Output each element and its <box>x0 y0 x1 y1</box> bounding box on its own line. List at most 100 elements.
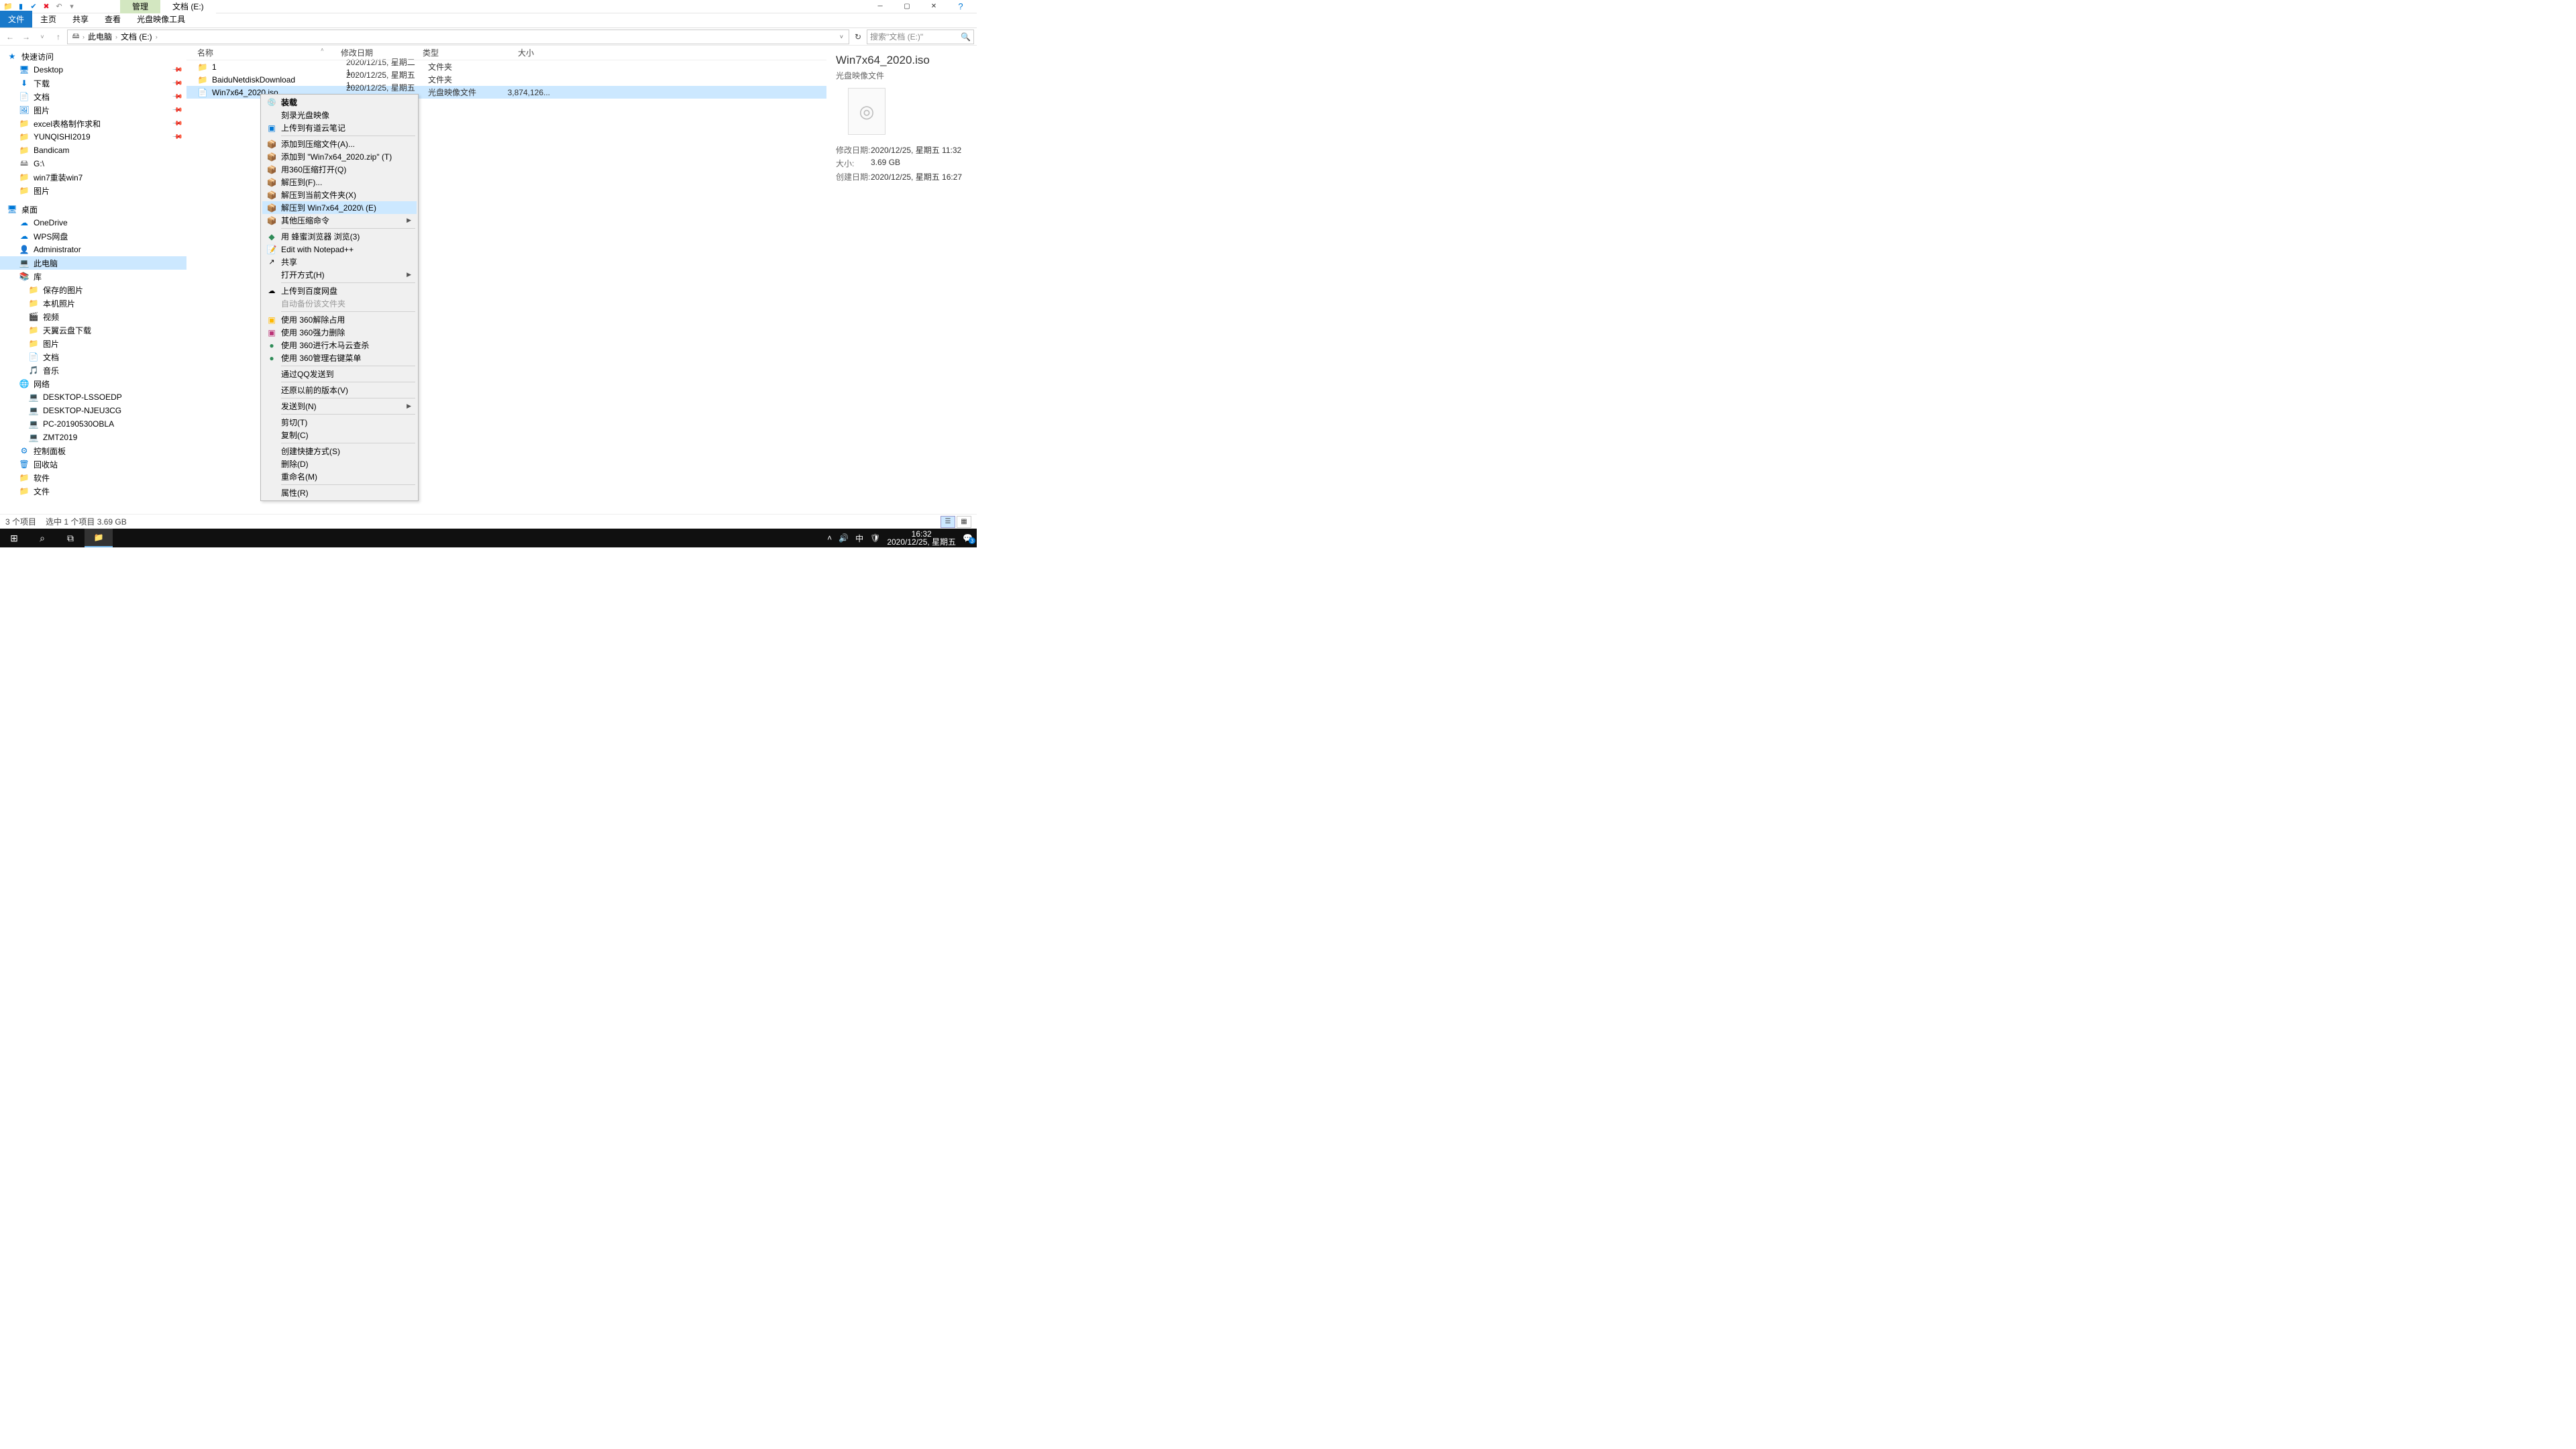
menu-item[interactable]: 📝Edit with Notepad++ <box>262 243 417 256</box>
menu-item[interactable]: 📦添加到压缩文件(A)... <box>262 138 417 150</box>
clock[interactable]: 16:32 2020/12/25, 星期五 <box>887 530 956 546</box>
search-box[interactable]: 搜索"文档 (E:)" 🔍 <box>867 30 974 44</box>
nav-item[interactable]: 💻DESKTOP-NJEU3CG <box>0 404 186 417</box>
menu-item[interactable]: ●使用 360进行木马云查杀 <box>262 339 417 352</box>
crumb-sep-icon[interactable]: › <box>115 34 117 40</box>
search-button[interactable]: ⌕ <box>28 529 56 547</box>
menu-item[interactable]: 📦用360压缩打开(Q) <box>262 163 417 176</box>
nav-item[interactable]: 📁天翼云盘下载 <box>0 323 186 337</box>
menu-item[interactable]: 还原以前的版本(V) <box>262 384 417 396</box>
nav-item[interactable]: 💻PC-20190530OBLA <box>0 417 186 431</box>
refresh-button[interactable]: ↻ <box>851 30 865 44</box>
up-button[interactable]: ↑ <box>51 30 66 44</box>
nav-item[interactable]: 📚库 <box>0 270 186 283</box>
nav-item[interactable]: 🗑回收站 <box>0 458 186 471</box>
nav-item[interactable]: 📁excel表格制作求和📌 <box>0 117 186 130</box>
nav-item[interactable]: 📁win7重装win7 <box>0 170 186 184</box>
close-button[interactable]: ✕ <box>920 0 947 13</box>
crumb-sep-icon[interactable]: › <box>156 34 158 40</box>
nav-item[interactable]: 📁软件 <box>0 471 186 484</box>
menu-item[interactable]: 打开方式(H)▶ <box>262 268 417 281</box>
nav-item[interactable]: 🎵音乐 <box>0 364 186 377</box>
volume-icon[interactable]: 🔊 <box>839 533 849 543</box>
tab-disc-tools[interactable]: 光盘映像工具 <box>129 11 193 28</box>
menu-item[interactable]: 📦解压到 Win7x64_2020\ (E) <box>262 201 417 214</box>
nav-item[interactable]: 📁文件 <box>0 484 186 498</box>
menu-item[interactable]: 发送到(N)▶ <box>262 400 417 413</box>
nav-item[interactable]: 📄文档📌 <box>0 90 186 103</box>
menu-item[interactable]: ▣上传到有道云笔记 <box>262 121 417 134</box>
menu-item[interactable]: 📦解压到(F)... <box>262 176 417 189</box>
menu-item[interactable]: ☁上传到百度网盘 <box>262 284 417 297</box>
crumb-drive-e[interactable]: 文档 (E:) <box>119 31 154 42</box>
recent-dropdown[interactable]: ˅ <box>35 30 50 44</box>
tab-share[interactable]: 共享 <box>64 11 97 28</box>
menu-item[interactable]: ●使用 360管理右键菜单 <box>262 352 417 364</box>
menu-item[interactable]: 剪切(T) <box>262 416 417 429</box>
menu-item[interactable]: 复制(C) <box>262 429 417 441</box>
menu-item[interactable]: 属性(R) <box>262 486 417 499</box>
menu-item[interactable]: ▣使用 360解除占用 <box>262 313 417 326</box>
back-button[interactable]: ← <box>3 30 17 44</box>
nav-item[interactable]: ⚙控制面板 <box>0 444 186 458</box>
help-button[interactable]: ? <box>947 0 974 13</box>
nav-item[interactable]: 🖥Desktop📌 <box>0 63 186 76</box>
nav-item[interactable]: 💻此电脑 <box>0 256 186 270</box>
minimize-button[interactable]: ─ <box>867 0 894 13</box>
ime-indicator[interactable]: 中 <box>855 533 863 544</box>
start-button[interactable]: ⊞ <box>0 529 28 547</box>
crumb-this-pc[interactable]: 此电脑 <box>86 31 114 42</box>
nav-item[interactable]: 📁YUNQISHI2019📌 <box>0 130 186 144</box>
nav-item[interactable]: 📄文档 <box>0 350 186 364</box>
column-date[interactable]: 修改日期 <box>335 47 417 58</box>
menu-item[interactable]: ↗共享 <box>262 256 417 268</box>
taskbar-explorer[interactable]: 📁 <box>85 529 113 547</box>
task-view-button[interactable]: ⧉ <box>56 529 85 547</box>
menu-item[interactable]: 📦添加到 "Win7x64_2020.zip" (T) <box>262 150 417 163</box>
nav-item[interactable]: ☁WPS网盘 <box>0 229 186 243</box>
column-size[interactable]: 大小 <box>486 47 539 58</box>
file-row[interactable]: 📁12020/12/15, 星期二 1...文件夹 <box>186 60 826 73</box>
nav-item[interactable]: 📁图片 <box>0 337 186 350</box>
nav-item[interactable]: 🖴G:\ <box>0 157 186 170</box>
action-center-icon[interactable]: 💬 <box>963 533 973 543</box>
column-type[interactable]: 类型 <box>417 47 486 58</box>
nav-item[interactable]: 💻DESKTOP-LSSOEDP <box>0 390 186 404</box>
tab-file[interactable]: 文件 <box>0 11 32 28</box>
tab-home[interactable]: 主页 <box>32 11 64 28</box>
crumb-sep-icon[interactable]: › <box>83 34 85 40</box>
menu-item[interactable]: 创建快捷方式(S) <box>262 445 417 458</box>
menu-item[interactable]: ◆用 蜂蜜浏览器 浏览(3) <box>262 230 417 243</box>
nav-item[interactable]: ⬇下载📌 <box>0 76 186 90</box>
nav-item[interactable]: 📁本机照片 <box>0 297 186 310</box>
menu-item[interactable]: 📦其他压缩命令▶ <box>262 214 417 227</box>
menu-item[interactable]: ▣使用 360强力删除 <box>262 326 417 339</box>
nav-item[interactable]: ☁OneDrive <box>0 216 186 229</box>
address-history-dropdown[interactable]: ˅ <box>837 34 846 40</box>
menu-item[interactable]: 删除(D) <box>262 458 417 470</box>
file-row[interactable]: 📁BaiduNetdiskDownload2020/12/25, 星期五 1..… <box>186 73 826 86</box>
menu-item[interactable]: 重命名(M) <box>262 470 417 483</box>
nav-item[interactable]: 👤Administrator <box>0 243 186 256</box>
security-icon[interactable]: 🛡 <box>870 533 880 543</box>
nav-item[interactable]: 💻ZMT2019 <box>0 431 186 444</box>
forward-button[interactable]: → <box>19 30 34 44</box>
search-icon[interactable]: 🔍 <box>961 32 971 42</box>
menu-item[interactable]: 刻录光盘映像 <box>262 109 417 121</box>
nav-item[interactable]: 🖼图片📌 <box>0 103 186 117</box>
menu-item[interactable]: 通过QQ发送到 <box>262 368 417 380</box>
menu-item[interactable]: 📦解压到当前文件夹(X) <box>262 189 417 201</box>
nav-item[interactable]: 🖥桌面 <box>0 203 186 216</box>
menu-item[interactable]: 💿装载 <box>262 96 417 109</box>
column-name[interactable]: 名称 <box>186 47 335 58</box>
maximize-button[interactable]: ▢ <box>894 0 920 13</box>
nav-item[interactable]: 📁图片 <box>0 184 186 197</box>
nav-item[interactable]: ★快速访问 <box>0 50 186 63</box>
tab-view[interactable]: 查看 <box>97 11 129 28</box>
nav-item[interactable]: 🌐网络 <box>0 377 186 390</box>
tray-overflow-icon[interactable]: ˄ <box>827 533 832 543</box>
details-view-button[interactable]: ☰ <box>941 516 955 528</box>
icons-view-button[interactable]: ▦ <box>957 516 971 528</box>
nav-item[interactable]: 📁保存的图片 <box>0 283 186 297</box>
address-box[interactable]: 🖴 › 此电脑 › 文档 (E:) › ˅ <box>67 30 849 44</box>
